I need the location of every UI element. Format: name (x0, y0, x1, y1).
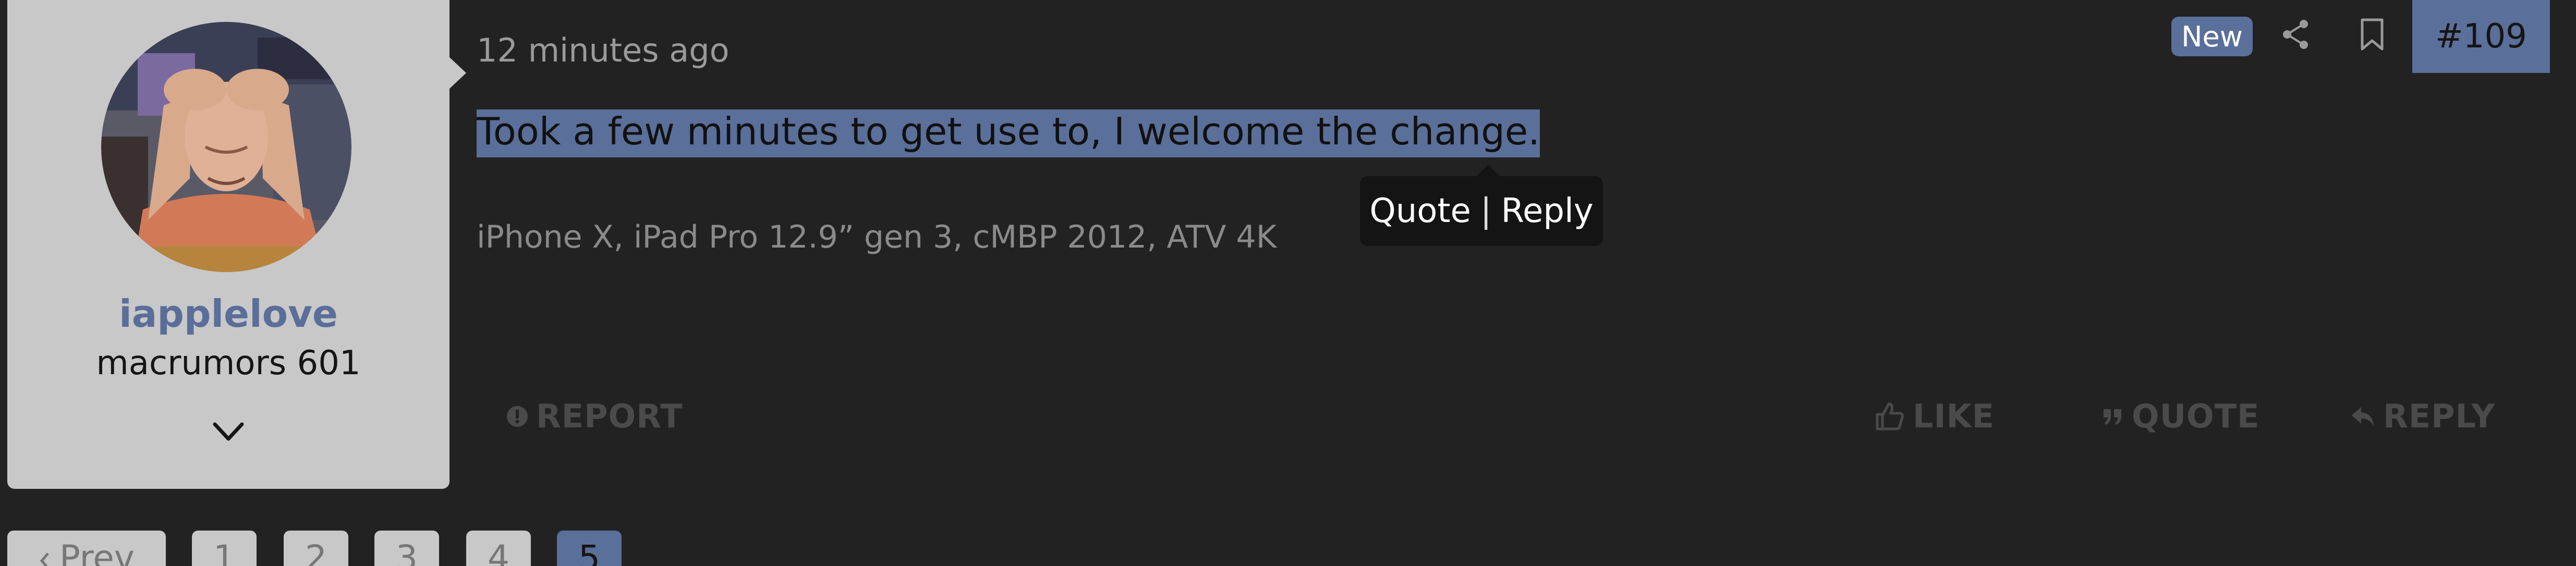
avatar[interactable] (101, 22, 351, 272)
post-body: Took a few minutes to get use to, I welc… (477, 109, 1540, 157)
page-button-3[interactable]: 3 (374, 531, 439, 566)
selected-post-text[interactable]: Took a few minutes to get use to, I welc… (477, 109, 1540, 157)
quote-label: QUOTE (2132, 397, 2260, 435)
post-timestamp[interactable]: 12 minutes ago (477, 31, 730, 69)
chevron-down-icon[interactable] (212, 417, 245, 446)
reply-arrow-icon (2352, 407, 2374, 426)
user-title: macrumors 601 (96, 344, 361, 383)
thumbs-up-icon (1876, 402, 1904, 430)
post-container: iapplelove macrumors 601 12 minutes ago … (0, 0, 2576, 566)
like-button[interactable]: LIKE (1874, 397, 1995, 435)
page-button-4[interactable]: 4 (466, 531, 531, 566)
reply-button[interactable]: REPLY (2351, 397, 2495, 435)
quote-marks-icon (2104, 409, 2121, 425)
user-signature: iPhone X, iPad Pro 12.9” gen 3, cMBP 201… (477, 219, 1277, 255)
report-label: REPORT (536, 397, 683, 435)
username[interactable]: iapplelove (7, 292, 449, 336)
panel-notch (448, 56, 466, 90)
prev-page-button[interactable]: Prev (7, 531, 166, 566)
page-button-current[interactable]: 5 (557, 531, 622, 566)
prev-label: Prev (59, 538, 135, 566)
like-label: LIKE (1913, 397, 1995, 435)
page-button-2[interactable]: 2 (284, 531, 348, 566)
bookmark-icon[interactable] (2359, 18, 2385, 52)
share-icon[interactable] (2281, 19, 2310, 50)
reply-label: REPLY (2383, 397, 2496, 435)
user-panel: iapplelove macrumors 601 (7, 0, 466, 489)
tooltip-separator: | (1480, 192, 1492, 230)
tooltip-quote-button[interactable]: Quote (1369, 192, 1471, 230)
report-button[interactable]: REPORT (506, 397, 683, 435)
page-button-1[interactable]: 1 (192, 531, 257, 566)
exclamation-circle-icon (507, 405, 528, 427)
post-number-link[interactable]: #109 (2412, 0, 2550, 73)
tooltip-reply-button[interactable]: Reply (1501, 192, 1593, 230)
new-badge: New (2171, 17, 2253, 56)
quote-button[interactable]: QUOTE (2101, 397, 2259, 435)
quote-reply-tooltip: Quote | Reply (1360, 165, 1603, 246)
chevron-left-icon (40, 552, 49, 566)
